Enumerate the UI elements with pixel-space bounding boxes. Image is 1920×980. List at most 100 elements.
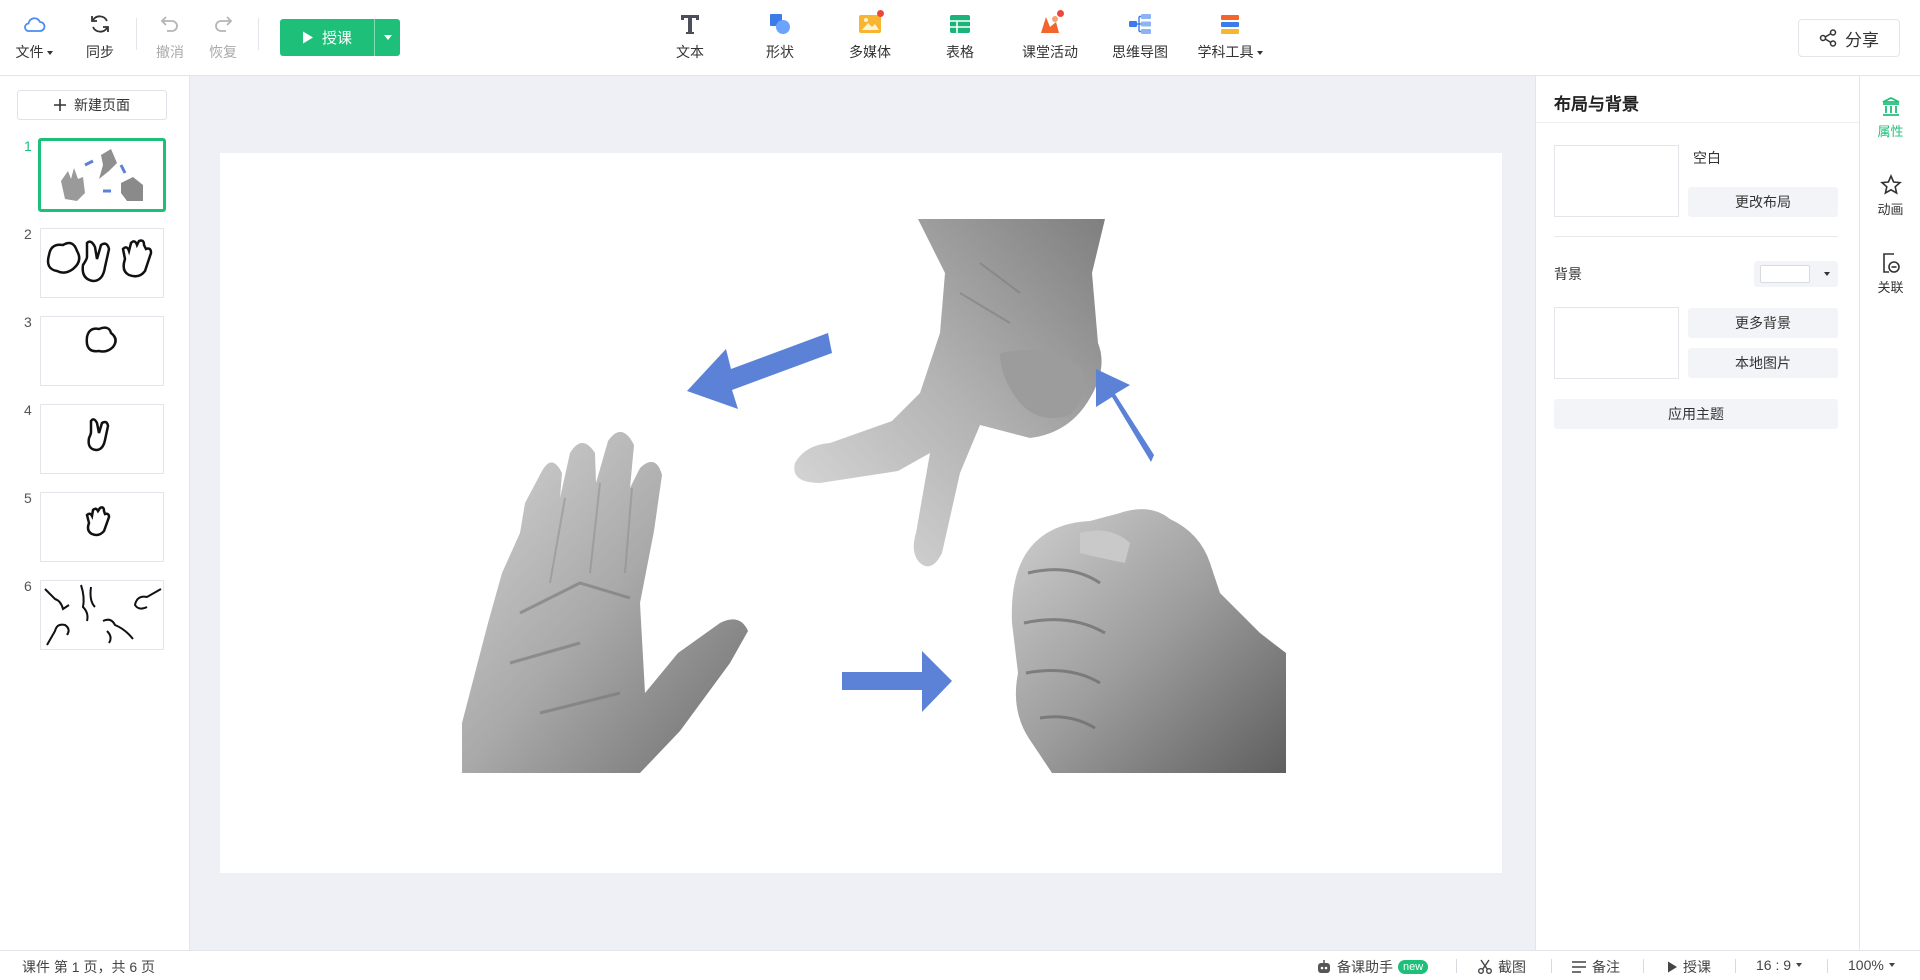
teach-button-group: 授课	[280, 19, 400, 56]
lesson-assistant-button[interactable]: 备课助手 new	[1316, 957, 1429, 977]
change-layout-button[interactable]: 更改布局	[1688, 187, 1838, 217]
insert-mindmap-button[interactable]: 思维导图	[1110, 12, 1170, 62]
undo-label: 撤消	[156, 44, 184, 60]
apply-theme-button[interactable]: 应用主题	[1554, 399, 1838, 429]
redo-label: 恢复	[209, 44, 237, 60]
shape-icon	[768, 12, 792, 36]
page-thumbnail-1[interactable]: 1	[0, 138, 190, 212]
background-preview[interactable]	[1554, 307, 1679, 379]
subject-tools-icon	[1218, 12, 1242, 36]
panel-title: 布局与背景	[1554, 95, 1639, 114]
tab-link[interactable]: 关联	[1860, 252, 1920, 296]
insert-text-button[interactable]: 文本	[660, 12, 720, 62]
slide-canvas[interactable]	[220, 153, 1502, 873]
lesson-assistant-label: 备课助手	[1337, 959, 1393, 975]
insert-table-label: 表格	[946, 44, 974, 60]
play-icon	[302, 31, 313, 44]
status-teach-button[interactable]: 授课	[1667, 957, 1711, 977]
mindmap-icon	[1128, 12, 1152, 36]
subject-tools-menu[interactable]: 学科工具	[1197, 12, 1263, 62]
caret-down-icon	[383, 35, 392, 40]
page-thumbnail-4[interactable]: 4	[0, 402, 190, 474]
layout-preview[interactable]	[1554, 145, 1679, 217]
screenshot-button[interactable]: 截图	[1477, 957, 1526, 977]
page-thumbnail-panel: 新建页面 1 2 3 4 5 6	[0, 76, 190, 950]
top-toolbar: 文件 同步 撤消 恢复 授课 文本 形状 多媒体 表格 课堂活动 思维导图 学科…	[0, 0, 1920, 76]
zoom-value: 100%	[1848, 957, 1884, 973]
subject-tools-label: 学科工具	[1197, 44, 1254, 60]
play-icon	[1668, 961, 1677, 973]
redo-button[interactable]: 恢复	[193, 12, 253, 62]
star-icon	[1879, 174, 1902, 195]
notes-icon	[1572, 961, 1586, 973]
scissors-hand-image	[794, 219, 1105, 567]
slide-thumbnail	[40, 492, 164, 562]
sync-button[interactable]: 同步	[70, 12, 130, 62]
sync-icon	[88, 12, 112, 36]
more-backgrounds-button[interactable]: 更多背景	[1688, 308, 1838, 338]
insert-table-button[interactable]: 表格	[930, 12, 990, 62]
notification-dot	[877, 10, 884, 17]
page-number: 1	[24, 138, 32, 154]
local-image-button[interactable]: 本地图片	[1688, 348, 1838, 378]
teach-button[interactable]: 授课	[280, 19, 375, 56]
page-number: 6	[24, 578, 32, 594]
toolbar-divider	[258, 18, 259, 50]
page-thumbnail-6[interactable]: 6	[0, 578, 190, 650]
tab-properties[interactable]: 属性	[1860, 96, 1920, 140]
teach-label: 授课	[321, 30, 352, 47]
new-page-label: 新建页面	[74, 97, 130, 113]
share-button[interactable]: 分享	[1798, 19, 1900, 57]
insert-class-activity-button[interactable]: 课堂活动	[1020, 10, 1080, 62]
sync-label: 同步	[86, 44, 114, 60]
tab-animation[interactable]: 动画	[1860, 174, 1920, 218]
zoom-select[interactable]: 100%	[1848, 957, 1895, 973]
teach-dropdown-button[interactable]	[375, 19, 400, 56]
insert-media-button[interactable]: 多媒体	[840, 10, 900, 62]
file-menu[interactable]: 文件	[4, 12, 64, 62]
notes-button[interactable]: 备注	[1571, 957, 1620, 977]
undo-icon	[158, 12, 182, 36]
undo-button[interactable]: 撤消	[140, 12, 200, 62]
rock-paper-scissors-image[interactable]	[220, 153, 1502, 873]
share-icon	[1819, 29, 1837, 47]
plus-icon	[54, 99, 66, 111]
divider	[1643, 959, 1644, 973]
toolbar-divider	[136, 18, 137, 50]
layout-name: 空白	[1693, 150, 1721, 166]
editor-canvas	[191, 76, 1534, 950]
arrow-to-paper	[687, 333, 832, 409]
slide-thumbnail	[40, 404, 164, 474]
screenshot-label: 截图	[1498, 959, 1526, 975]
background-color-picker[interactable]	[1754, 261, 1838, 287]
slide-thumbnail	[40, 228, 164, 298]
insert-mindmap-label: 思维导图	[1112, 44, 1168, 60]
insert-class-activity-label: 课堂活动	[1022, 44, 1078, 60]
page-thumbnail-3[interactable]: 3	[0, 314, 190, 386]
insert-shape-button[interactable]: 形状	[750, 12, 810, 62]
divider	[1456, 959, 1457, 973]
link-icon	[1882, 253, 1900, 273]
divider	[1551, 959, 1552, 973]
page-thumbnail-5[interactable]: 5	[0, 490, 190, 562]
redo-icon	[211, 12, 235, 36]
caret-down-icon	[1256, 51, 1263, 56]
slide-thumbnail	[40, 580, 164, 650]
slide-thumbnail	[40, 316, 164, 386]
tab-animation-label: 动画	[1877, 202, 1904, 217]
notes-label: 备注	[1592, 959, 1620, 975]
divider	[1554, 236, 1838, 237]
paper-hand-image	[462, 431, 748, 773]
aspect-ratio-select[interactable]: 16 : 9	[1756, 957, 1803, 973]
background-label: 背景	[1554, 266, 1582, 282]
status-teach-label: 授课	[1683, 959, 1711, 975]
background-color-swatch	[1760, 265, 1810, 283]
scissors-icon	[1478, 959, 1492, 974]
page-thumbnail-2[interactable]: 2	[0, 226, 190, 298]
properties-panel: 布局与背景 空白 更改布局 背景 更多背景 本地图片 应用主题	[1535, 76, 1860, 950]
new-page-button[interactable]: 新建页面	[17, 90, 167, 120]
rock-fist-image	[1011, 509, 1286, 773]
slide-thumbnail	[38, 138, 166, 212]
insert-text-label: 文本	[676, 44, 704, 60]
arrow-to-scissors	[1096, 369, 1154, 462]
